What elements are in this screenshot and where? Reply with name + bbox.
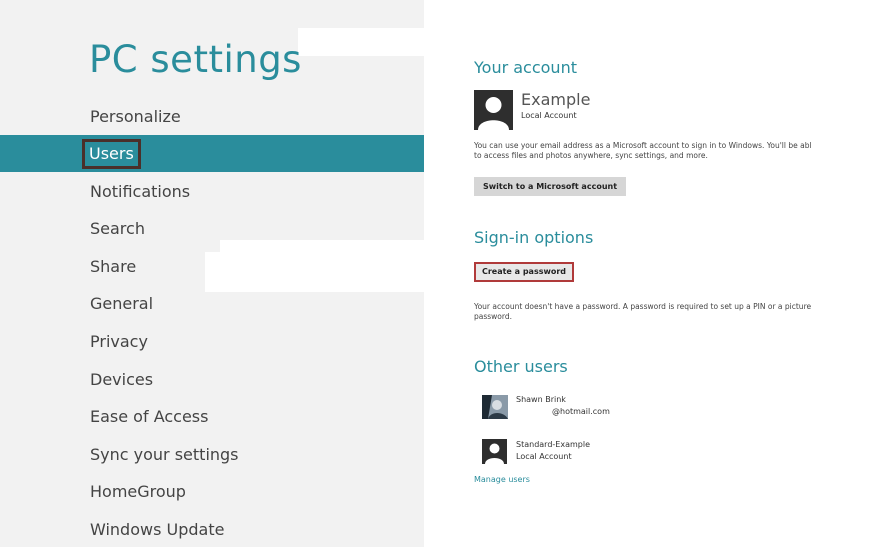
nav-item-general[interactable]: General (0, 285, 424, 323)
nav-item-sync-settings[interactable]: Sync your settings (0, 435, 424, 473)
nav-item-label: HomeGroup (90, 482, 186, 502)
other-user-item[interactable]: Standard-Example Local Account (474, 438, 674, 468)
nav-item-label: Share (90, 256, 137, 276)
password-note: Your account doesn't have a password. A … (474, 302, 870, 322)
settings-nav-pane: PC settings Personalize Users Notificati… (0, 0, 424, 547)
sign-in-options-heading: Sign-in options (474, 228, 594, 247)
nav-item-ease-of-access[interactable]: Ease of Access (0, 398, 424, 436)
nav-item-label: Ease of Access (90, 407, 209, 427)
nav-item-homegroup[interactable]: HomeGroup (0, 473, 424, 511)
manage-users-link[interactable]: Manage users (474, 475, 530, 484)
other-users-heading: Other users (474, 357, 568, 376)
your-account-heading: Your account (474, 58, 577, 77)
password-note-line: password. (474, 312, 512, 321)
nav-item-windows-update[interactable]: Windows Update (0, 511, 424, 548)
user-silhouette-icon (474, 90, 513, 130)
other-user-detail: Local Account (516, 452, 572, 461)
background-patch (298, 28, 424, 56)
account-description-line: You can use your email address as a Micr… (474, 141, 812, 150)
user-silhouette-icon (482, 439, 507, 464)
other-user-name: Shawn Brink (516, 395, 566, 404)
password-note-line: Your account doesn't have a password. A … (474, 302, 812, 311)
nav-item-label: Sync your settings (90, 444, 239, 464)
nav-item-label: General (90, 294, 154, 314)
nav-item-devices[interactable]: Devices (0, 360, 424, 398)
page-title: PC settings (89, 38, 302, 81)
nav-item-label: Notifications (90, 181, 191, 201)
other-user-name: Standard-Example (516, 440, 590, 449)
nav-item-search[interactable]: Search (0, 210, 424, 248)
switch-to-microsoft-account-button[interactable]: Switch to a Microsoft account (474, 177, 626, 196)
nav-item-label: Privacy (90, 332, 148, 352)
nav-item-label: Search (90, 219, 145, 239)
nav-item-notifications[interactable]: Notifications (0, 172, 424, 210)
nav-item-personalize[interactable]: Personalize (0, 97, 424, 135)
other-user-detail: @hotmail.com (552, 407, 610, 416)
other-user-item[interactable]: Shawn Brink @hotmail.com (474, 393, 674, 423)
nav-item-users[interactable]: Users (0, 134, 424, 173)
nav-item-label: Windows Update (90, 520, 225, 540)
users-settings-pane: Your account Example Local Account You c… (474, 0, 870, 547)
nav-item-label: Users (82, 139, 141, 170)
create-password-button[interactable]: Create a password (474, 262, 574, 282)
account-type: Local Account (521, 111, 577, 120)
user-photo-icon (482, 395, 508, 419)
nav-item-label: Personalize (90, 106, 181, 126)
nav-item-privacy[interactable]: Privacy (0, 323, 424, 361)
account-description-line: to access files and photos anywhere, syn… (474, 151, 708, 160)
nav-item-label: Devices (90, 369, 154, 389)
account-description: You can use your email address as a Micr… (474, 141, 870, 161)
nav-item-share[interactable]: Share (0, 247, 424, 285)
settings-nav-list: Personalize Users Notifications Search S… (0, 97, 424, 548)
account-name: Example (521, 90, 591, 109)
